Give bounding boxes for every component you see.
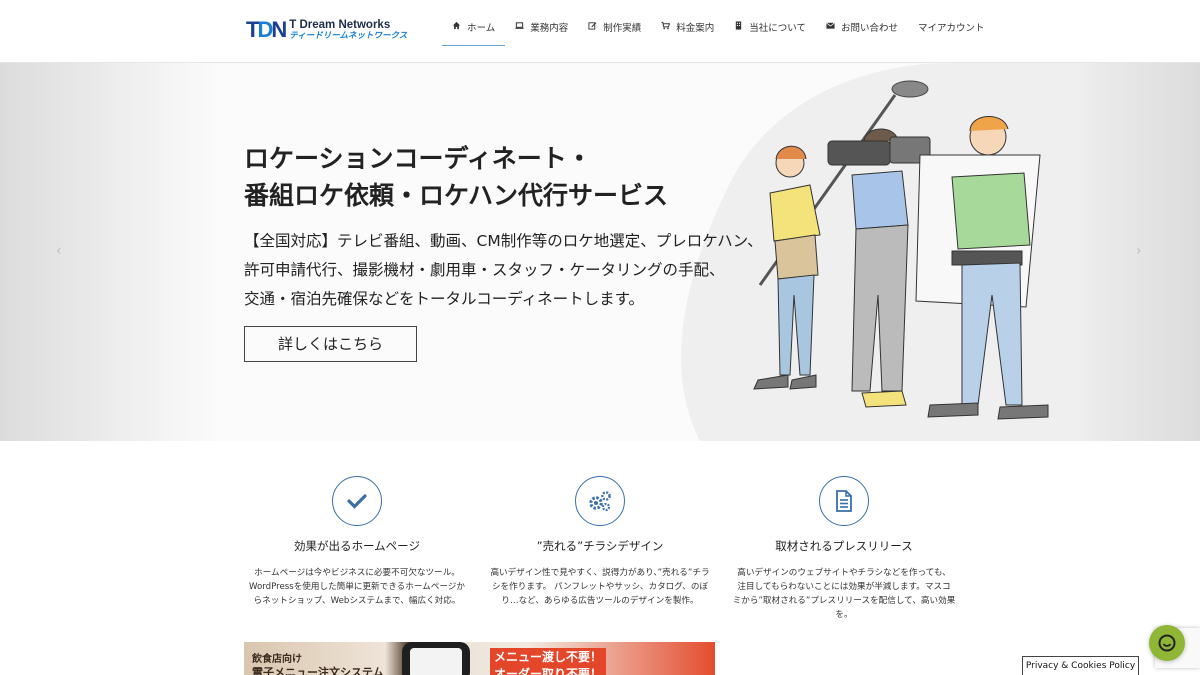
hero-slider: ‹ › ロケーションコーディネート・ 番組ロケ依頼・ロケハン代行サービス 【全国…	[0, 63, 1200, 441]
nav-item-about[interactable]: 当社について	[724, 6, 816, 46]
feature-text-line: ホームページは今やビジネスに必要不可欠なツール。	[254, 568, 460, 578]
film-crew-illustration	[753, 80, 1049, 420]
logo-mark-text: TDN	[246, 17, 287, 42]
logo-name-en: T Dream Networks	[289, 18, 391, 31]
nav-label: マイアカウント	[918, 23, 985, 34]
feature-text-line: ミから”取材される”プレスリリースを配信して、高い効果	[732, 596, 956, 606]
feature-text: ホームページは今やビジネスに必要不可欠なツール。 WordPressを使用した簡…	[237, 566, 477, 608]
phone-screen-image	[410, 648, 462, 675]
privacy-cookies-button[interactable]: Privacy & Cookies Policy	[1022, 656, 1139, 675]
hero-desc-line: 【全国対応】テレビ番組、動画、CM制作等のロケ地選定、プレロケハン、	[244, 232, 763, 250]
feature-text: 高いデザインのウェブサイトやチラシなどを作っても、 注目してもらわないことには効…	[724, 566, 964, 622]
home-icon	[452, 21, 461, 30]
feature-text-line: らネットショップ、Webシステムまで、幅広く対応。	[253, 596, 461, 606]
feature-title: 効果が出るホームページ	[294, 539, 420, 553]
slider-prev-arrow[interactable]: ‹	[56, 243, 62, 259]
feature-icon-circle	[819, 476, 869, 526]
feature-flyer: ”売れる”チラシデザイン 高いデザイン性で見やすく、説得力があり、”売れる”チラ…	[480, 476, 720, 608]
nav-item-home[interactable]: ホーム	[442, 6, 506, 46]
banner-highlight-line: オーダー取り不要！	[490, 665, 607, 675]
hero-title: ロケーションコーディネート・ 番組ロケ依頼・ロケハン代行サービス	[244, 140, 668, 214]
hero-desc-line: 許可申請代行、撮影機材・劇用車・スタッフ・ケータリングの手配、	[244, 261, 725, 279]
menu-system-banner[interactable]: 飲食店向け 電子メニュー注文システム メニュー渡し不要！ オーダー取り不要！	[244, 642, 715, 675]
nav-label: 制作実績	[603, 23, 642, 34]
feature-icon-circle	[332, 476, 382, 526]
nav-item-contact[interactable]: お問い合わせ	[816, 6, 908, 46]
nav-item-works[interactable]: 制作実績	[578, 6, 651, 46]
banner-highlight-line: メニュー渡し不要！	[490, 648, 607, 665]
main-nav: ホーム 業務内容 制作実績 料金案内 当社について お問い合わせ マイアカウント	[442, 0, 995, 63]
feature-title: 取材されるプレスリリース	[775, 539, 913, 553]
check-icon	[347, 494, 367, 509]
feature-text-line: を。	[835, 610, 853, 620]
gears-icon	[589, 491, 611, 512]
hero-desc-line: 交通・宿泊先確保などをトータルコーディネートします。	[244, 290, 645, 308]
logo-text: T Dream Networks ティードリームネットワークス	[289, 19, 407, 42]
cart-icon	[661, 21, 671, 30]
feature-text-line: り…など、あらゆる広告ツールのデザインを製作。	[501, 596, 699, 606]
nav-label: 業務内容	[530, 23, 569, 34]
hero-title-line: ロケーションコーディネート・	[244, 144, 592, 173]
banner-text-line: 電子メニュー注文システム	[252, 666, 384, 675]
document-icon	[836, 490, 852, 512]
learn-more-button[interactable]: 詳しくはこちら	[244, 326, 417, 362]
feature-text: 高いデザイン性で見やすく、説得力があり、”売れる”チラ シを作ります。 パンフレ…	[480, 566, 720, 608]
hero-description: 【全国対応】テレビ番組、動画、CM制作等のロケ地選定、プレロケハン、 許可申請代…	[244, 227, 763, 314]
nav-item-services[interactable]: 業務内容	[505, 6, 578, 46]
nav-label: 当社について	[749, 23, 806, 34]
hero-title-line: 番組ロケ依頼・ロケハン代行サービス	[244, 181, 669, 210]
feature-text-line: 注目してもらわないことには効果が半減します。マスコ	[737, 582, 951, 592]
banner-text-line: 飲食店向け	[252, 654, 302, 665]
feature-text-line: シを作ります。 パンフレットやサッシ、カタログ、のぼ	[491, 582, 709, 592]
logo-mark: TDN	[246, 17, 287, 42]
chat-widget-button[interactable]	[1149, 625, 1185, 661]
nav-item-my-account[interactable]: マイアカウント	[908, 6, 995, 46]
feature-text-line: WordPressを使用した簡単に更新できるホームページか	[249, 582, 465, 592]
mail-icon	[826, 22, 835, 29]
slider-next-arrow[interactable]: ›	[1136, 243, 1142, 259]
feature-icon-circle	[575, 476, 625, 526]
feature-text-line: 高いデザインのウェブサイトやチラシなどを作っても、	[737, 568, 951, 578]
feature-homepage: 効果が出るホームページ ホームページは今やビジネスに必要不可欠なツール。 Wor…	[237, 476, 477, 608]
building-icon	[736, 21, 742, 30]
nav-label: ホーム	[467, 23, 496, 34]
edit-icon	[588, 22, 597, 30]
nav-label: 料金案内	[676, 23, 715, 34]
feature-text-line: 高いデザイン性で見やすく、説得力があり、”売れる”チラ	[490, 568, 710, 578]
feature-press-release: 取材されるプレスリリース 高いデザインのウェブサイトやチラシなどを作っても、 注…	[724, 476, 964, 622]
feature-title: ”売れる”チラシデザイン	[536, 539, 664, 553]
chat-icon	[1158, 634, 1176, 652]
nav-item-pricing[interactable]: 料金案内	[651, 6, 724, 46]
nav-label: お問い合わせ	[840, 23, 898, 34]
logo-name-jp: ティードリームネットワークス	[289, 30, 408, 41]
site-header: TDN T Dream Networks ティードリームネットワークス ホーム …	[0, 0, 1200, 63]
laptop-icon	[515, 22, 524, 29]
site-logo[interactable]: TDN T Dream Networks ティードリームネットワークス	[246, 18, 407, 42]
